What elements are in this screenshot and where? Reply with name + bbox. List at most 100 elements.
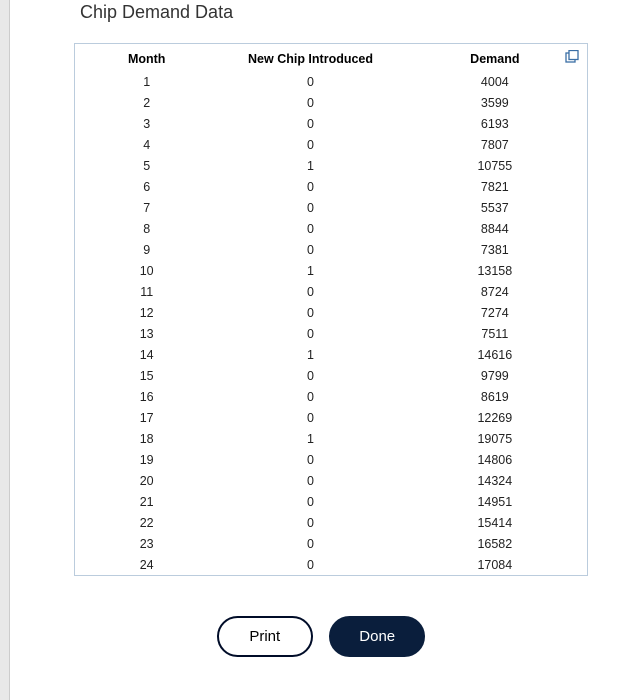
cell-new-chip: 1 (218, 344, 402, 365)
cell-demand: 14806 (403, 449, 587, 470)
table-row: 1207274 (75, 302, 587, 323)
column-header-demand: Demand (403, 44, 587, 71)
cell-new-chip: 0 (218, 239, 402, 260)
cell-demand: 7381 (403, 239, 587, 260)
cell-month: 1 (75, 71, 218, 92)
cell-demand: 10755 (403, 155, 587, 176)
table-row: 24017084 (75, 554, 587, 575)
cell-new-chip: 0 (218, 533, 402, 554)
cell-new-chip: 0 (218, 323, 402, 344)
popout-icon[interactable] (565, 50, 579, 64)
cell-month: 18 (75, 428, 218, 449)
cell-demand: 13158 (403, 260, 587, 281)
cell-demand: 7274 (403, 302, 587, 323)
cell-month: 10 (75, 260, 218, 281)
cell-demand: 9799 (403, 365, 587, 386)
table-row: 17012269 (75, 407, 587, 428)
table-row: 306193 (75, 113, 587, 134)
cell-new-chip: 1 (218, 155, 402, 176)
cell-new-chip: 0 (218, 281, 402, 302)
cell-new-chip: 0 (218, 407, 402, 428)
cell-month: 6 (75, 176, 218, 197)
cell-month: 5 (75, 155, 218, 176)
table-row: 20014324 (75, 470, 587, 491)
cell-month: 17 (75, 407, 218, 428)
cell-demand: 8619 (403, 386, 587, 407)
cell-demand: 7511 (403, 323, 587, 344)
table-row: 808844 (75, 218, 587, 239)
cell-month: 16 (75, 386, 218, 407)
table-row: 18119075 (75, 428, 587, 449)
cell-month: 14 (75, 344, 218, 365)
cell-demand: 3599 (403, 92, 587, 113)
cell-new-chip: 1 (218, 428, 402, 449)
cell-new-chip: 0 (218, 176, 402, 197)
cell-new-chip: 0 (218, 113, 402, 134)
cell-demand: 17084 (403, 554, 587, 575)
cell-month: 7 (75, 197, 218, 218)
cell-new-chip: 0 (218, 512, 402, 533)
cell-new-chip: 0 (218, 71, 402, 92)
table-row: 1509799 (75, 365, 587, 386)
cell-demand: 14951 (403, 491, 587, 512)
column-header-new-chip: New Chip Introduced (218, 44, 402, 71)
table-row: 1108724 (75, 281, 587, 302)
table-row: 21014951 (75, 491, 587, 512)
cell-month: 3 (75, 113, 218, 134)
cell-new-chip: 0 (218, 386, 402, 407)
table-row: 1307511 (75, 323, 587, 344)
cell-month: 13 (75, 323, 218, 344)
cell-new-chip: 0 (218, 491, 402, 512)
cell-month: 8 (75, 218, 218, 239)
cell-month: 22 (75, 512, 218, 533)
cell-demand: 8724 (403, 281, 587, 302)
cell-demand: 4004 (403, 71, 587, 92)
table-row: 104004 (75, 71, 587, 92)
cell-new-chip: 0 (218, 554, 402, 575)
cell-demand: 14324 (403, 470, 587, 491)
cell-new-chip: 0 (218, 92, 402, 113)
table-row: 607821 (75, 176, 587, 197)
cell-new-chip: 1 (218, 260, 402, 281)
cell-month: 9 (75, 239, 218, 260)
cell-new-chip: 0 (218, 449, 402, 470)
cell-month: 23 (75, 533, 218, 554)
cell-demand: 16582 (403, 533, 587, 554)
cell-demand: 14616 (403, 344, 587, 365)
table-row: 907381 (75, 239, 587, 260)
cell-demand: 7807 (403, 134, 587, 155)
cell-demand: 12269 (403, 407, 587, 428)
table-row: 10113158 (75, 260, 587, 281)
cell-new-chip: 0 (218, 302, 402, 323)
table-row: 1608619 (75, 386, 587, 407)
data-table-container: Month New Chip Introduced Demand 1040042… (74, 43, 588, 576)
table-row: 22015414 (75, 512, 587, 533)
cell-month: 2 (75, 92, 218, 113)
print-button[interactable]: Print (217, 616, 313, 657)
cell-demand: 15414 (403, 512, 587, 533)
table-row: 203599 (75, 92, 587, 113)
table-row: 705537 (75, 197, 587, 218)
table-row: 23016582 (75, 533, 587, 554)
button-row: Print Done (20, 616, 622, 657)
cell-month: 15 (75, 365, 218, 386)
cell-month: 12 (75, 302, 218, 323)
chip-demand-table: Month New Chip Introduced Demand 1040042… (75, 44, 587, 575)
cell-new-chip: 0 (218, 218, 402, 239)
cell-new-chip: 0 (218, 134, 402, 155)
table-row: 14114616 (75, 344, 587, 365)
cell-month: 4 (75, 134, 218, 155)
table-header-row: Month New Chip Introduced Demand (75, 44, 587, 71)
cell-new-chip: 0 (218, 470, 402, 491)
cell-demand: 19075 (403, 428, 587, 449)
cell-demand: 8844 (403, 218, 587, 239)
done-button[interactable]: Done (329, 616, 425, 657)
table-row: 407807 (75, 134, 587, 155)
cell-demand: 6193 (403, 113, 587, 134)
cell-month: 19 (75, 449, 218, 470)
content-area: Chip Demand Data Month New Chip Introduc… (0, 0, 622, 657)
cell-demand: 7821 (403, 176, 587, 197)
cell-month: 24 (75, 554, 218, 575)
column-header-month: Month (75, 44, 218, 71)
cell-month: 20 (75, 470, 218, 491)
